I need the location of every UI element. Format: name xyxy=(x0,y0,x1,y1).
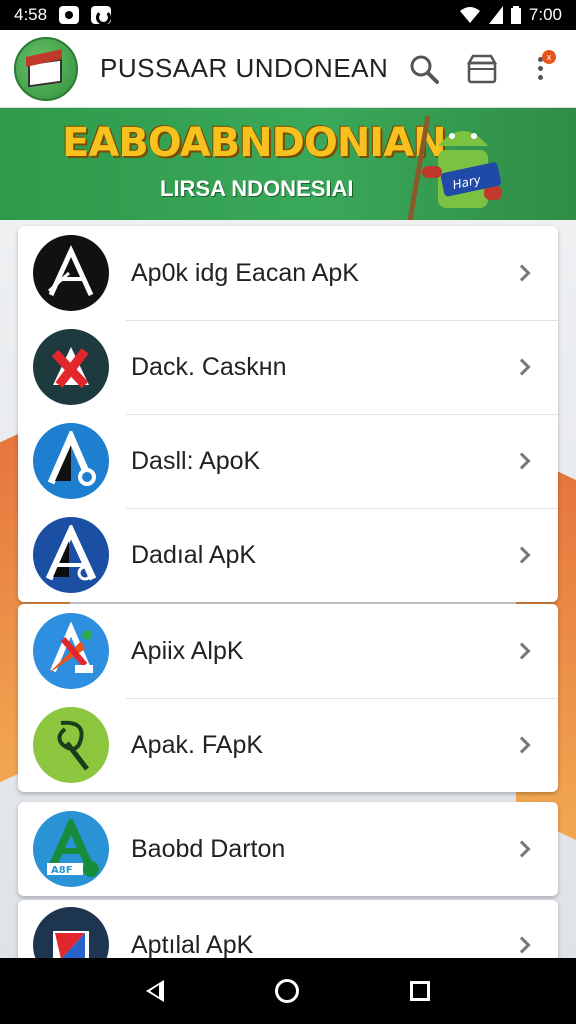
app-logo-icon[interactable] xyxy=(14,36,78,101)
store-icon xyxy=(466,54,498,83)
more-options-button[interactable]: x xyxy=(518,46,562,92)
battery-icon xyxy=(510,6,521,24)
status-bar: 4:58 7:00 xyxy=(0,0,576,30)
list-item-label: Dack. Caskнn xyxy=(131,352,287,381)
status-time-right: 7:00 xyxy=(528,5,562,24)
list-item[interactable]: Dack. Caskнn xyxy=(18,320,558,414)
app-icon-navy-a xyxy=(33,517,109,593)
chevron-right-icon xyxy=(513,264,531,282)
list-item-label: Ap0k idg Eacan ApK xyxy=(131,258,359,287)
app-icon-red-x xyxy=(33,329,109,405)
app-list-card-1: Ap0k idg Eacan ApK Dack. Caskнn Dasll: A… xyxy=(18,226,558,602)
app-list-card-4: Aptılal ApK xyxy=(18,900,558,958)
list-item[interactable]: Apiix AlpK xyxy=(18,604,558,698)
app-icon-dark-arrow xyxy=(33,907,109,958)
chevron-right-icon xyxy=(513,358,531,376)
chevron-right-icon xyxy=(513,936,531,954)
list-item[interactable]: Dadıal ApK xyxy=(18,508,558,602)
app-list-card-3: A8F Baobd Darton xyxy=(18,802,558,896)
notification-icon xyxy=(59,6,80,24)
search-button[interactable] xyxy=(402,46,446,92)
app-icon-teal-a: A8F xyxy=(33,811,109,887)
promo-banner[interactable]: EABOABNDONIAN LIRSA NDONESIAI Hary xyxy=(0,108,576,220)
list-item-label: Apak. FApK xyxy=(131,730,264,759)
app-icon-blue-a xyxy=(33,423,109,499)
list-item-label: Dasll: ApoK xyxy=(131,446,261,475)
app-bar: PUSSAAR UNDONEAN x xyxy=(0,30,576,108)
list-item[interactable]: A8F Baobd Darton xyxy=(18,802,558,896)
wifi-icon xyxy=(459,7,480,23)
status-right: 7:00 xyxy=(459,5,562,25)
icon-badge-text: A8F xyxy=(51,865,73,876)
notification-badge: x xyxy=(542,49,556,64)
navigation-bar xyxy=(0,958,576,1024)
list-item[interactable]: Dasll: ApoK xyxy=(18,414,558,508)
app-icon-blue-arrow xyxy=(33,613,109,689)
back-icon[interactable] xyxy=(145,980,164,1002)
more-vert-icon xyxy=(537,57,543,80)
status-time-left: 4:58 xyxy=(14,5,48,24)
store-button[interactable] xyxy=(460,46,504,92)
list-item-label: Aptılal ApK xyxy=(131,930,254,959)
chevron-right-icon xyxy=(513,642,531,660)
list-item[interactable]: Aptılal ApK xyxy=(18,900,558,958)
list-item[interactable]: Ap0k idg Eacan ApK xyxy=(18,226,558,320)
list-item[interactable]: Apak. FApK xyxy=(18,698,558,792)
sync-notification-icon xyxy=(91,6,112,25)
status-left: 4:58 xyxy=(14,5,112,25)
banner-title: EABOABNDONIAN xyxy=(62,120,447,166)
list-item-label: Dadıal ApK xyxy=(131,540,257,569)
app-title: PUSSAAR UNDONEAN xyxy=(100,53,389,83)
app-icon-black-a xyxy=(33,235,109,311)
search-icon xyxy=(410,55,440,84)
signal-icon xyxy=(488,6,503,24)
chevron-right-icon xyxy=(513,840,531,858)
list-item-label: Apiix AlpK xyxy=(131,636,244,665)
chevron-right-icon xyxy=(513,546,531,564)
home-icon[interactable] xyxy=(274,979,299,1003)
chevron-right-icon xyxy=(513,736,531,754)
app-list-card-2: Apiix AlpK Apak. FApK xyxy=(18,604,558,792)
list-item-label: Baobd Darton xyxy=(131,834,286,863)
banner-subtitle: LIRSA NDONESIAI xyxy=(160,176,354,201)
android-robot-icon: Hary xyxy=(408,116,502,220)
chevron-right-icon xyxy=(513,452,531,470)
app-icon-green-leaf xyxy=(33,707,109,783)
recents-icon[interactable] xyxy=(410,981,431,1001)
